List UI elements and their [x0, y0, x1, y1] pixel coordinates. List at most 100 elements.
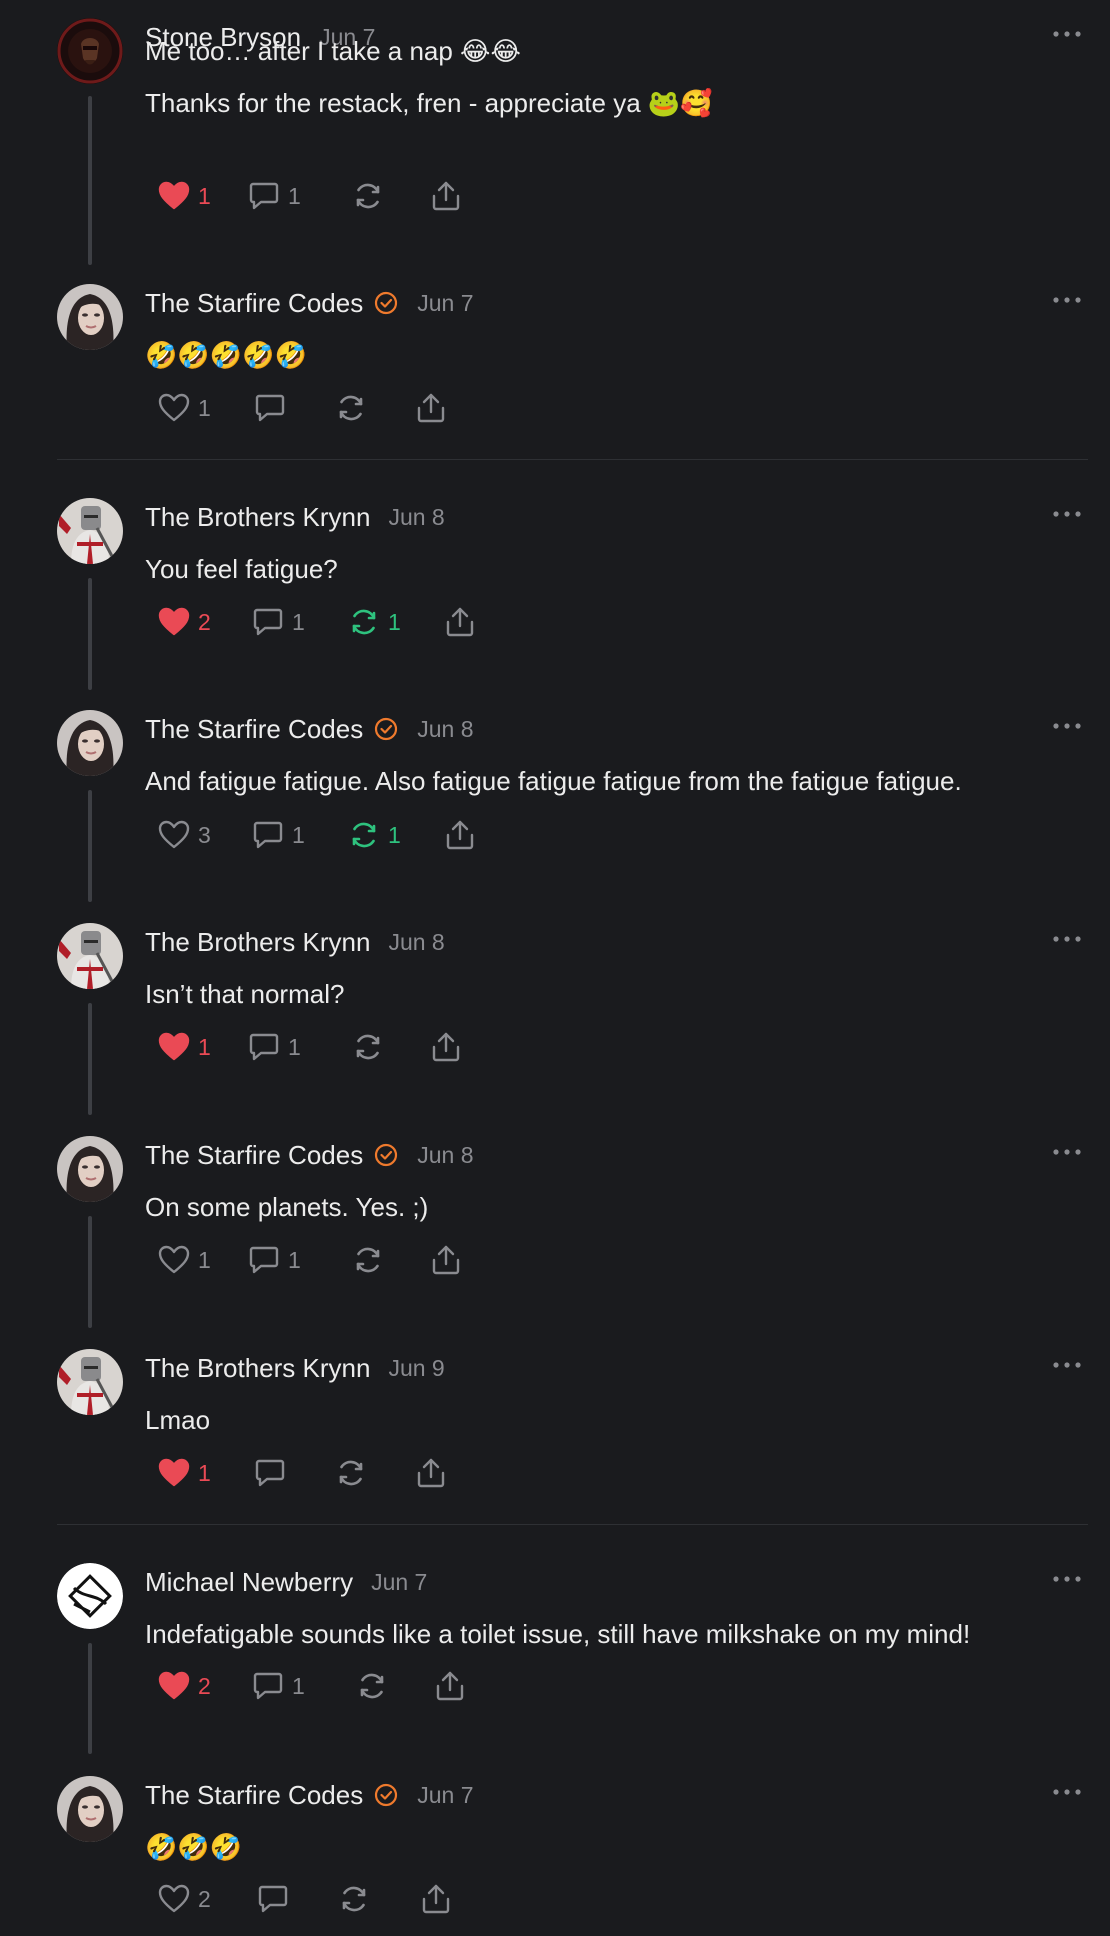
like-button[interactable]: 1	[158, 1027, 211, 1067]
reply-button[interactable]	[254, 1453, 286, 1493]
share-icon	[430, 180, 462, 212]
like-icon	[158, 1244, 190, 1276]
comment-item: The Starfire Codes Jun 7 🤣🤣🤣🤣🤣	[0, 266, 1110, 466]
like-button[interactable]: 2	[158, 1666, 211, 1706]
reply-button[interactable]: 1	[252, 1666, 305, 1706]
restack-button[interactable]	[356, 1666, 388, 1706]
comment-date[interactable]: Jun 8	[417, 1142, 473, 1169]
share-button[interactable]	[415, 388, 447, 428]
avatar[interactable]	[57, 1136, 123, 1202]
like-count: 1	[198, 1459, 211, 1486]
avatar[interactable]	[57, 1776, 123, 1842]
comment-date[interactable]: Jun 7	[417, 290, 473, 317]
restack-button[interactable]	[352, 1240, 384, 1280]
restack-icon	[348, 606, 380, 638]
more-options-icon[interactable]	[1050, 1140, 1084, 1164]
avatar[interactable]	[57, 710, 123, 776]
reply-button[interactable]: 1	[248, 1027, 301, 1067]
comment-item: Stone Bryson Jun 7 Me too… after I take a …	[0, 0, 1110, 200]
comment-text: 🤣🤣🤣🤣🤣	[145, 340, 307, 370]
reply-icon	[254, 1457, 286, 1489]
share-icon	[444, 819, 476, 851]
more-options-icon[interactable]	[1050, 22, 1084, 46]
share-button[interactable]	[430, 1027, 462, 1067]
restack-button[interactable]: 1	[348, 815, 401, 855]
share-button[interactable]	[430, 176, 462, 216]
restack-button[interactable]	[352, 1027, 384, 1067]
more-options-icon[interactable]	[1050, 1353, 1084, 1377]
share-button[interactable]	[420, 1879, 452, 1919]
more-options-icon[interactable]	[1050, 288, 1084, 312]
author-name[interactable]: The Starfire Codes	[145, 714, 363, 745]
avatar[interactable]	[57, 498, 123, 564]
more-options-icon[interactable]	[1050, 714, 1084, 738]
like-button[interactable]: 1	[158, 388, 211, 428]
avatar[interactable]	[57, 1563, 123, 1629]
author-name[interactable]: The Brothers Krynn	[145, 1353, 370, 1384]
like-button[interactable]: 2	[158, 1879, 211, 1919]
more-options-icon[interactable]	[1050, 1780, 1084, 1804]
comment-item: The Brothers Krynn Jun 9 Lmao	[0, 1331, 1110, 1531]
comment-date[interactable]: Jun 8	[388, 504, 444, 531]
comment-date[interactable]: Jun 8	[388, 929, 444, 956]
reply-button[interactable]: 1	[252, 602, 305, 642]
restack-icon	[338, 1883, 370, 1915]
comment-text: On some planets. Yes. ;)	[145, 1192, 429, 1222]
share-button[interactable]	[444, 602, 476, 642]
author-name[interactable]: The Starfire Codes	[145, 1140, 363, 1171]
comment-header: The Starfire Codes Jun 7	[145, 286, 473, 320]
reply-count: 1	[292, 608, 305, 635]
comment-date[interactable]: Jun 7	[371, 1569, 427, 1596]
more-options-icon[interactable]	[1050, 927, 1084, 951]
thread-divider	[57, 459, 1088, 460]
restack-button[interactable]	[352, 176, 384, 216]
like-button[interactable]: 1	[158, 1240, 211, 1280]
like-button[interactable]: 1	[158, 1453, 211, 1493]
share-icon	[430, 1031, 462, 1063]
share-button[interactable]	[434, 1666, 466, 1706]
comment-header: The Starfire Codes Jun 7	[145, 1778, 473, 1812]
like-button[interactable]: 3	[158, 815, 211, 855]
thread-divider	[57, 1524, 1088, 1525]
share-button[interactable]	[430, 1240, 462, 1280]
avatar[interactable]	[57, 1349, 123, 1415]
like-count: 1	[198, 394, 211, 421]
like-count: 2	[198, 608, 211, 635]
comment-thread: Stone Bryson Jun 7 Me too… after I take a …	[0, 0, 1110, 1936]
share-icon	[420, 1883, 452, 1915]
author-name[interactable]: The Starfire Codes	[145, 1780, 363, 1811]
restack-icon	[352, 1031, 384, 1063]
restack-button[interactable]	[335, 388, 367, 428]
author-name[interactable]: The Brothers Krynn	[145, 927, 370, 958]
more-options-icon[interactable]	[1050, 1567, 1084, 1591]
avatar[interactable]	[57, 284, 123, 350]
reply-button[interactable]: 1	[252, 815, 305, 855]
restack-button[interactable]	[338, 1879, 370, 1919]
verified-check-icon	[373, 1142, 399, 1168]
reply-button[interactable]	[257, 1879, 289, 1919]
reply-icon	[252, 819, 284, 851]
share-button[interactable]	[415, 1453, 447, 1493]
avatar[interactable]	[57, 18, 123, 84]
reply-icon	[257, 1883, 289, 1915]
restack-button[interactable]: 1	[348, 602, 401, 642]
comment-date[interactable]: Jun 9	[388, 1355, 444, 1382]
author-name[interactable]: The Brothers Krynn	[145, 502, 370, 533]
reply-button[interactable]: 1	[248, 1240, 301, 1280]
comment-date[interactable]: Jun 8	[417, 716, 473, 743]
comment-date[interactable]: Jun 7	[417, 1782, 473, 1809]
reply-button[interactable]	[254, 388, 286, 428]
reply-button[interactable]: 1	[248, 176, 301, 216]
like-button[interactable]: 1	[158, 176, 211, 216]
comment-text: Thanks for the restack, fren - appreciat…	[145, 88, 713, 118]
like-button[interactable]: 2	[158, 602, 211, 642]
avatar[interactable]	[57, 923, 123, 989]
author-name[interactable]: Michael Newberry	[145, 1567, 353, 1598]
restack-button[interactable]	[335, 1453, 367, 1493]
reply-icon	[254, 392, 286, 424]
author-name[interactable]: The Starfire Codes	[145, 288, 363, 319]
like-count: 2	[198, 1672, 211, 1699]
share-button[interactable]	[444, 815, 476, 855]
comment-header: The Brothers Krynn Jun 8	[145, 925, 445, 959]
more-options-icon[interactable]	[1050, 502, 1084, 526]
